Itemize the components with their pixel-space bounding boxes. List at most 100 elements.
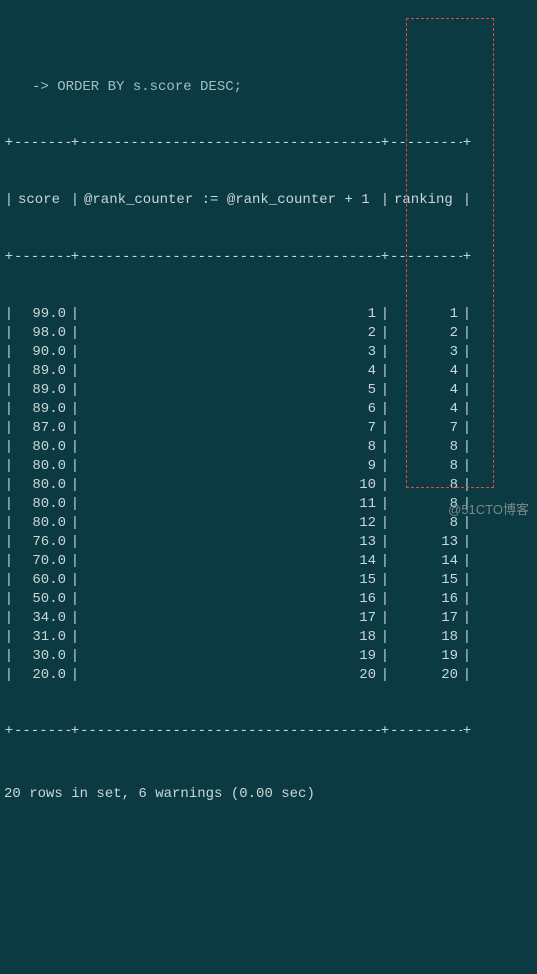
sql-fragment: -> ORDER BY s.score DESC;: [4, 78, 533, 97]
plus-icon: +: [380, 248, 390, 267]
cell-ranking: 19: [390, 647, 462, 666]
pipe-icon: |: [380, 362, 390, 381]
cell-counter: 1: [80, 305, 380, 324]
cell-counter: 3: [80, 343, 380, 362]
pipe-icon: |: [4, 400, 14, 419]
table-row: |98.0|2|2|: [4, 324, 533, 343]
pipe-icon: |: [4, 609, 14, 628]
table-row: |87.0|7|7|: [4, 419, 533, 438]
pipe-icon: |: [4, 666, 14, 685]
cell-score: 80.0: [14, 476, 70, 495]
table-row: |80.0|9|8|: [4, 457, 533, 476]
pipe-icon: |: [70, 609, 80, 628]
table-row: |80.0|10|8|: [4, 476, 533, 495]
cell-ranking: 20: [390, 666, 462, 685]
table-row: |89.0|5|4|: [4, 381, 533, 400]
table-body: |99.0|1|1||98.0|2|2||90.0|3|3||89.0|4|4|…: [4, 305, 533, 685]
pipe-icon: |: [70, 343, 80, 362]
cell-counter: 9: [80, 457, 380, 476]
dash-segment: -------------------------------------: [80, 722, 380, 741]
pipe-icon: |: [70, 438, 80, 457]
pipe-icon: |: [4, 381, 14, 400]
pipe-icon: |: [380, 343, 390, 362]
cell-counter: 6: [80, 400, 380, 419]
pipe-icon: |: [4, 571, 14, 590]
table-header: | score | @rank_counter := @rank_counter…: [4, 191, 533, 210]
cell-score: 50.0: [14, 590, 70, 609]
pipe-icon: |: [70, 628, 80, 647]
plus-icon: +: [380, 722, 390, 741]
pipe-icon: |: [380, 419, 390, 438]
cell-counter: 20: [80, 666, 380, 685]
pipe-icon: |: [462, 647, 472, 666]
pipe-icon: |: [70, 590, 80, 609]
pipe-icon: |: [462, 343, 472, 362]
cell-score: 89.0: [14, 362, 70, 381]
table-row: |30.0|19|19|: [4, 647, 533, 666]
cell-score: 80.0: [14, 495, 70, 514]
table-row: |60.0|15|15|: [4, 571, 533, 590]
cell-counter: 4: [80, 362, 380, 381]
table-row: |20.0|20|20|: [4, 666, 533, 685]
table-header-border: + ------- + ----------------------------…: [4, 248, 533, 267]
cell-ranking: 14: [390, 552, 462, 571]
pipe-icon: |: [380, 571, 390, 590]
pipe-icon: |: [380, 438, 390, 457]
cell-score: 76.0: [14, 533, 70, 552]
pipe-icon: |: [462, 400, 472, 419]
pipe-icon: |: [462, 419, 472, 438]
pipe-icon: |: [462, 666, 472, 685]
cell-score: 60.0: [14, 571, 70, 590]
pipe-icon: |: [70, 457, 80, 476]
cell-score: 87.0: [14, 419, 70, 438]
cell-counter: 17: [80, 609, 380, 628]
pipe-icon: |: [4, 343, 14, 362]
pipe-icon: |: [70, 324, 80, 343]
pipe-icon: |: [462, 628, 472, 647]
pipe-icon: |: [4, 552, 14, 571]
pipe-icon: |: [70, 305, 80, 324]
pipe-icon: |: [462, 362, 472, 381]
pipe-icon: |: [462, 381, 472, 400]
pipe-icon: |: [380, 609, 390, 628]
cell-ranking: 8: [390, 476, 462, 495]
pipe-icon: |: [462, 533, 472, 552]
cell-ranking: 17: [390, 609, 462, 628]
pipe-icon: |: [70, 191, 80, 210]
cell-counter: 10: [80, 476, 380, 495]
pipe-icon: |: [70, 647, 80, 666]
column-header-score: score: [14, 191, 70, 210]
pipe-icon: |: [70, 381, 80, 400]
pipe-icon: |: [380, 533, 390, 552]
plus-icon: +: [4, 134, 14, 153]
cell-ranking: 8: [390, 457, 462, 476]
cell-score: 89.0: [14, 400, 70, 419]
plus-icon: +: [462, 248, 472, 267]
cell-score: 80.0: [14, 514, 70, 533]
pipe-icon: |: [4, 457, 14, 476]
pipe-icon: |: [380, 476, 390, 495]
pipe-icon: |: [462, 191, 472, 210]
table-top-border: + ------- + ----------------------------…: [4, 134, 533, 153]
cell-counter: 18: [80, 628, 380, 647]
plus-icon: +: [4, 248, 14, 267]
column-header-ranking: ranking: [390, 191, 462, 210]
pipe-icon: |: [380, 647, 390, 666]
pipe-icon: |: [4, 628, 14, 647]
pipe-icon: |: [462, 609, 472, 628]
pipe-icon: |: [462, 552, 472, 571]
cell-ranking: 8: [390, 438, 462, 457]
pipe-icon: |: [380, 666, 390, 685]
cell-counter: 16: [80, 590, 380, 609]
cell-ranking: 15: [390, 571, 462, 590]
pipe-icon: |: [462, 590, 472, 609]
cell-score: 31.0: [14, 628, 70, 647]
pipe-icon: |: [380, 590, 390, 609]
pipe-icon: |: [70, 666, 80, 685]
pipe-icon: |: [4, 362, 14, 381]
plus-icon: +: [70, 722, 80, 741]
pipe-icon: |: [70, 495, 80, 514]
cell-score: 98.0: [14, 324, 70, 343]
dash-segment: -------: [14, 722, 70, 741]
cell-ranking: 4: [390, 362, 462, 381]
